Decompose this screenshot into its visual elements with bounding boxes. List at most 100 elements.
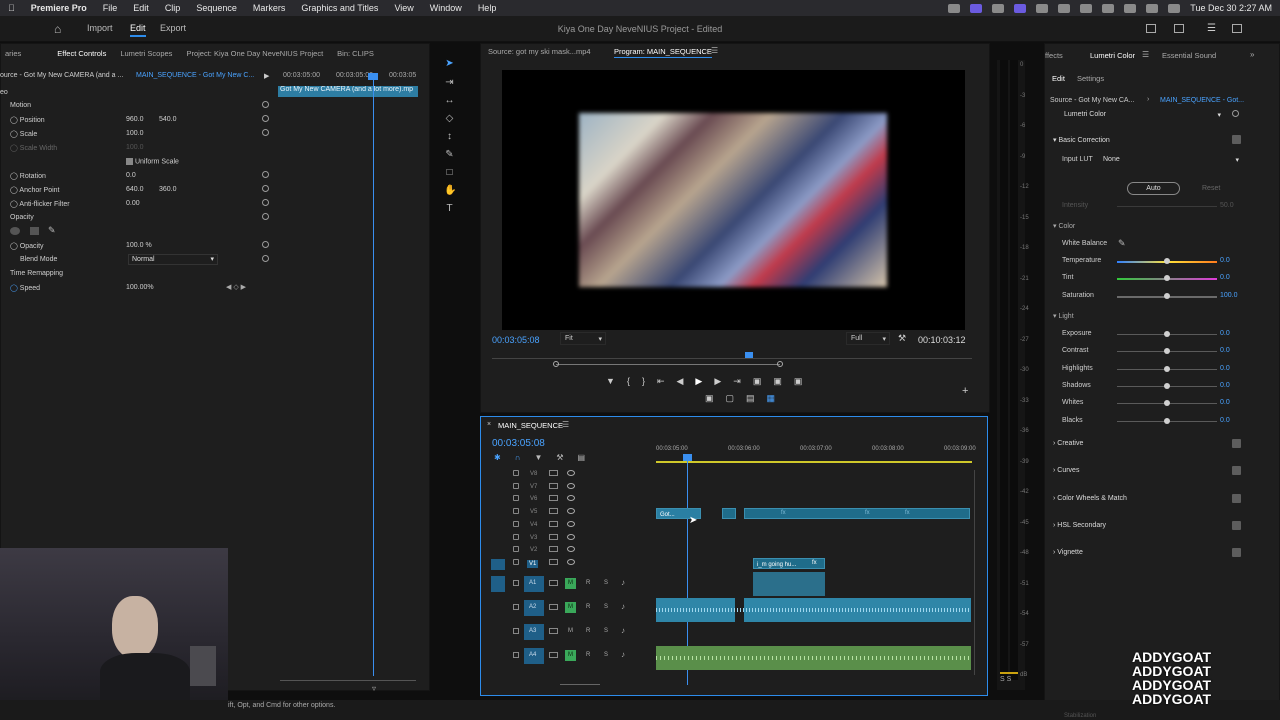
basic-correction-section[interactable]: ▾ Basic Correction xyxy=(1053,136,1110,144)
track-label[interactable]: V1 xyxy=(527,559,539,568)
time-remap-section[interactable]: Time Remapping xyxy=(10,270,63,277)
color-section[interactable]: ▾ Color xyxy=(1053,222,1075,230)
tab-lumetri-scopes[interactable]: Lumetri Scopes xyxy=(120,49,172,58)
step-back-icon[interactable]: ◀ xyxy=(677,376,696,386)
program-video-frame[interactable] xyxy=(502,70,965,330)
timeline-scrollbar[interactable] xyxy=(974,470,975,675)
prop-value[interactable]: 540.0 xyxy=(159,116,177,123)
slip-icon[interactable]: ↕ xyxy=(444,131,455,142)
battery-icon[interactable] xyxy=(1102,3,1115,13)
program-timecode[interactable]: 00:03:05:08 xyxy=(492,335,540,345)
microphone-icon[interactable]: ♪ xyxy=(621,602,625,611)
record-button[interactable]: R xyxy=(586,604,590,610)
lumetri-value[interactable]: 0.0 xyxy=(1220,257,1230,264)
sync-lock-icon[interactable] xyxy=(549,652,558,658)
lumetri-value[interactable]: 0.0 xyxy=(1220,274,1230,281)
solo-button[interactable]: S xyxy=(604,580,608,586)
play-only-icon[interactable]: ▶ xyxy=(264,72,269,80)
slider-knob[interactable] xyxy=(1164,382,1170,389)
marker-icon[interactable]: ▼ xyxy=(606,376,627,386)
effect-select[interactable]: Lumetri Color ▾ xyxy=(1060,109,1224,121)
lumetri-value[interactable]: 0.0 xyxy=(1220,330,1230,337)
vr-icon[interactable]: ▦ xyxy=(767,393,788,403)
slider-knob[interactable] xyxy=(1164,258,1170,264)
video-clip[interactable] xyxy=(722,508,736,519)
tab-libraries[interactable]: aries xyxy=(5,49,21,58)
tab-program[interactable]: Program: MAIN_SEQUENCE xyxy=(614,47,712,58)
menu-clip[interactable]: Clip xyxy=(157,3,189,13)
track-label[interactable]: V4 xyxy=(530,522,537,528)
extract-icon[interactable]: ▣ xyxy=(773,376,794,386)
track-label[interactable]: V7 xyxy=(530,484,537,490)
lock-icon[interactable] xyxy=(513,558,519,565)
ripple-edit-icon[interactable]: ↔ xyxy=(444,95,455,106)
eye-icon[interactable] xyxy=(567,520,575,527)
mark-in-icon[interactable]: { xyxy=(627,376,642,386)
eye-icon[interactable] xyxy=(567,558,575,565)
snap-icon[interactable]: ✱ xyxy=(494,453,515,462)
sync-lock-icon[interactable] xyxy=(549,546,558,553)
microphone-icon[interactable]: ♪ xyxy=(621,626,625,635)
timeline-zoom-bar[interactable] xyxy=(560,684,600,685)
section-checkbox[interactable] xyxy=(1232,439,1241,448)
lock-icon[interactable] xyxy=(513,520,519,527)
prop-value[interactable]: 640.0 xyxy=(126,186,144,193)
reset-icon[interactable] xyxy=(262,171,269,180)
basic-correction-checkbox[interactable] xyxy=(1232,135,1241,144)
quality-select[interactable]: Full ▾ xyxy=(846,332,890,345)
ec-source[interactable]: ource - Got My New CAMERA (and a ... xyxy=(0,72,123,79)
mute-button[interactable]: M xyxy=(565,602,576,613)
menu-window[interactable]: Window xyxy=(422,3,470,13)
close-icon[interactable]: × xyxy=(487,421,491,428)
microphone-icon[interactable]: ♪ xyxy=(621,650,625,659)
tray-icon[interactable] xyxy=(992,3,1005,13)
track-label[interactable]: V5 xyxy=(530,509,537,515)
safe-margin-icon[interactable]: ▢ xyxy=(726,393,747,403)
track-label[interactable]: A1 xyxy=(529,580,536,586)
opacity-section[interactable]: Opacity xyxy=(10,214,34,221)
more-panels-icon[interactable]: » xyxy=(1250,50,1254,59)
prop-value[interactable]: 0.00 xyxy=(126,200,140,207)
keyframe-nav[interactable]: ◀ ◇ ▶ xyxy=(226,283,246,291)
track-label[interactable]: A3 xyxy=(529,628,536,634)
section-checkbox[interactable] xyxy=(1232,493,1241,503)
go-to-out-icon[interactable]: ⇥ xyxy=(733,376,753,386)
ellipse-mask-icon[interactable] xyxy=(10,227,20,235)
mark-out-icon[interactable]: } xyxy=(642,376,657,386)
microphone-icon[interactable]: ♪ xyxy=(621,578,625,587)
slider-knob[interactable] xyxy=(1164,331,1170,337)
ec-playhead-head[interactable] xyxy=(368,73,378,80)
lumetri-menu-icon[interactable]: ☰ xyxy=(1142,50,1149,59)
clock[interactable]: Tue Dec 30 2:27 AM xyxy=(1190,3,1272,13)
prop-value[interactable]: 0.0 xyxy=(126,172,136,179)
section-checkbox[interactable] xyxy=(1232,466,1241,476)
track-label[interactable]: V3 xyxy=(530,535,537,541)
program-scrubber[interactable] xyxy=(492,358,972,359)
video-clip[interactable]: i_m going hu... fx xyxy=(753,558,825,569)
ec-clip-bar[interactable]: Got My New CAMERA (and a lot more).mp xyxy=(278,86,418,97)
tab-essential-sound[interactable]: Essential Sound xyxy=(1162,51,1216,60)
lift-icon[interactable]: ▣ xyxy=(753,376,774,386)
timeline-timecode[interactable]: 00:03:05:08 xyxy=(492,438,545,449)
slider-knob[interactable] xyxy=(1164,292,1170,299)
menu-help[interactable]: Help xyxy=(470,3,505,13)
selection-tool-icon[interactable]: ➤ xyxy=(444,58,455,69)
mute-button[interactable]: M xyxy=(565,578,576,589)
tray-icon[interactable] xyxy=(1036,3,1049,13)
control-center-icon[interactable] xyxy=(1168,3,1181,13)
lock-icon[interactable] xyxy=(513,604,519,610)
fit-select[interactable]: Fit ▾ xyxy=(560,332,606,345)
track-label[interactable]: A2 xyxy=(529,604,536,610)
auto-button[interactable]: Auto xyxy=(1127,182,1180,195)
lock-icon[interactable] xyxy=(513,652,519,658)
uniform-scale-checkbox[interactable] xyxy=(126,158,133,165)
comparison-icon[interactable]: ▤ xyxy=(746,393,767,403)
tray-icon[interactable] xyxy=(1058,3,1071,13)
sequence-menu-icon[interactable]: ☰ xyxy=(562,420,569,429)
rectangle-icon[interactable]: □ xyxy=(444,167,455,178)
motion-reset-icon[interactable] xyxy=(262,101,269,110)
lock-icon[interactable] xyxy=(513,580,519,586)
lock-icon[interactable] xyxy=(513,495,519,502)
lumetri-value[interactable]: 100.0 xyxy=(1220,292,1238,299)
record-button[interactable]: R xyxy=(586,580,590,586)
